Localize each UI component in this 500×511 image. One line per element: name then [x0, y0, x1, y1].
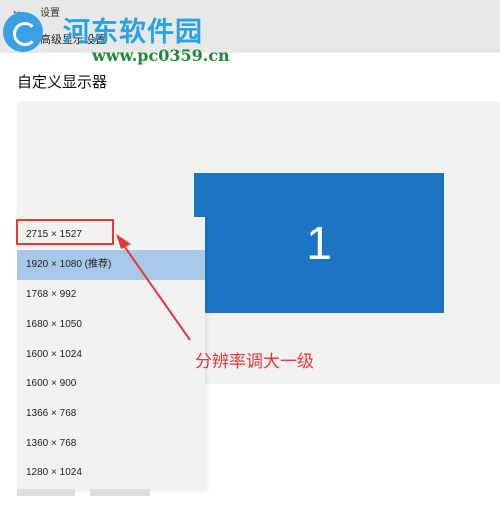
cancel-button[interactable]	[90, 489, 150, 496]
annotation-arrow	[116, 234, 191, 341]
settings-window: ← 设置 高级显示设置 河东软件园 www.pc0359.cn 自定义显示器 1…	[0, 0, 500, 511]
apply-button[interactable]	[17, 489, 75, 496]
annotation-text: 分辨率调大一级	[195, 352, 314, 371]
